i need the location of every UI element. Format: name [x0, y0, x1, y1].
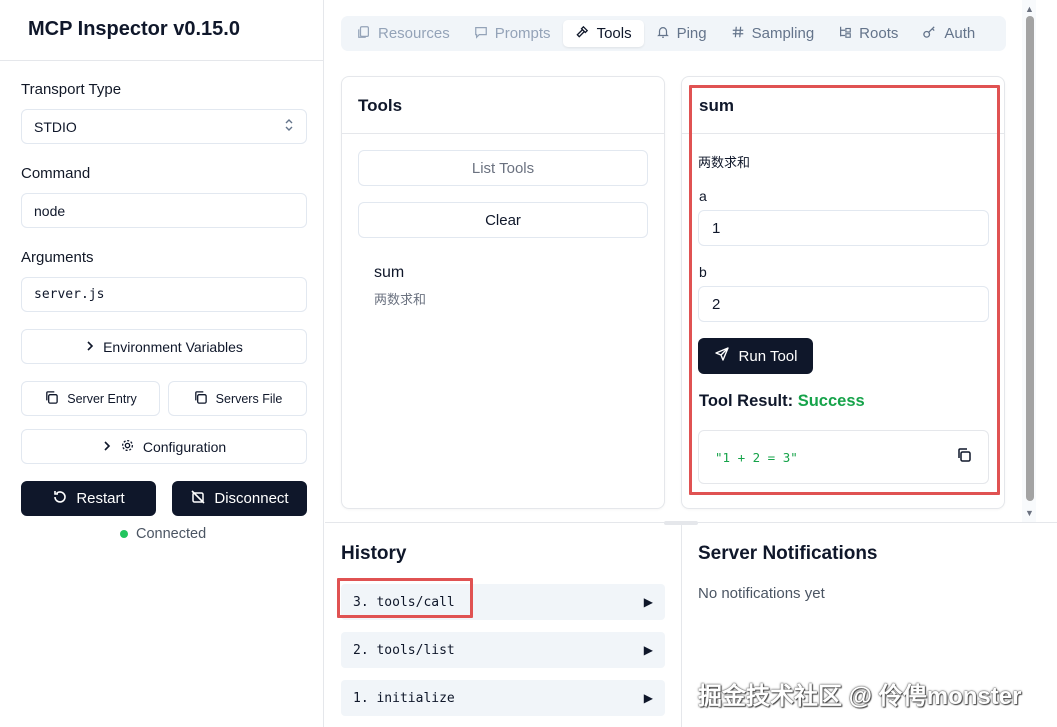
transport-type-label: Transport Type [21, 81, 122, 98]
tab-ping[interactable]: Ping [644, 20, 719, 47]
servers-file-label: Servers File [215, 391, 283, 406]
annotation-highlight-box [689, 85, 1000, 495]
command-input[interactable]: node [21, 193, 307, 228]
key-icon [922, 24, 937, 43]
tab-resources[interactable]: Resources [345, 20, 462, 47]
scroll-down-icon[interactable]: ▼ [1025, 508, 1034, 518]
arguments-value: server.js [34, 287, 105, 302]
disconnect-label: Disconnect [214, 490, 289, 507]
servers-file-button[interactable]: Servers File [168, 381, 307, 416]
hash-icon [731, 25, 745, 43]
scrollbar-thumb[interactable] [1026, 16, 1034, 501]
server-entry-label: Server Entry [67, 391, 137, 406]
chevron-right-icon [102, 439, 112, 455]
tool-item-name[interactable]: sum [374, 264, 404, 282]
clear-button[interactable]: Clear [358, 202, 648, 238]
tab-roots[interactable]: Roots [826, 20, 910, 47]
server-entry-button[interactable]: Server Entry [21, 381, 160, 416]
gear-icon [120, 438, 135, 456]
command-label: Command [21, 165, 91, 182]
connection-status: Connected [120, 526, 206, 542]
environment-variables-label: Environment Variables [103, 338, 243, 355]
expand-icon: ▶ [643, 595, 653, 609]
unplug-icon [190, 489, 206, 509]
status-text: Connected [136, 526, 207, 542]
hammer-icon [575, 24, 590, 43]
tab-label: Roots [859, 25, 899, 42]
sidebar-divider [0, 60, 324, 61]
prompts-icon [474, 25, 488, 43]
restart-button[interactable]: Restart [21, 481, 156, 516]
tab-label: Tools [596, 25, 632, 42]
restart-icon [52, 489, 68, 509]
tab-label: Resources [378, 25, 450, 42]
copy-icon [44, 390, 59, 408]
command-value: node [34, 202, 66, 219]
list-tools-button[interactable]: List Tools [358, 150, 648, 186]
history-item-label: 1. initialize [353, 690, 455, 706]
expand-icon: ▶ [643, 691, 653, 705]
server-notifications-title: Server Notifications [698, 543, 878, 564]
tab-label: Sampling [751, 25, 815, 42]
roots-icon [838, 25, 852, 43]
watermark: 掘金技术社区 @ 伶俜monster [698, 683, 1022, 710]
tab-label: Ping [676, 25, 707, 42]
sidebar: MCP Inspector v0.15.0 Transport Type STD… [0, 0, 324, 727]
transport-type-value: STDIO [34, 118, 77, 135]
tab-auth[interactable]: Auth [910, 20, 987, 47]
status-dot [120, 530, 128, 538]
history-item-label: 2. tools/list [353, 642, 455, 658]
scroll-up-icon[interactable]: ▲ [1025, 4, 1034, 14]
app-title: MCP Inspector v0.15.0 [28, 18, 240, 40]
resources-icon [357, 25, 371, 43]
chevron-updown-icon [284, 118, 294, 135]
tool-item-description: 两数求和 [374, 292, 427, 307]
bottom-vertical-divider [681, 523, 682, 727]
tab-sampling[interactable]: Sampling [719, 20, 827, 47]
notifications-empty-text: No notifications yet [698, 585, 825, 602]
tools-panel-title: Tools [358, 96, 403, 115]
arguments-input[interactable]: server.js [21, 277, 307, 312]
configuration-button[interactable]: Configuration [21, 429, 307, 464]
copy-icon [193, 390, 208, 408]
tab-label: Prompts [494, 25, 551, 42]
transport-type-select[interactable]: STDIO [21, 109, 307, 144]
tab-bar: Resources Prompts Tools Ping Sampling Ro… [341, 16, 1006, 51]
history-item[interactable]: 1. initialize ▶ [341, 680, 665, 716]
expand-icon: ▶ [643, 643, 653, 657]
disconnect-button[interactable]: Disconnect [172, 481, 307, 516]
annotation-highlight-box [337, 578, 473, 618]
chevron-right-icon [85, 339, 95, 355]
tools-panel-divider [342, 133, 664, 134]
history-title: History [341, 543, 407, 564]
tab-prompts[interactable]: Prompts [462, 20, 563, 47]
restart-label: Restart [76, 490, 125, 507]
arguments-label: Arguments [21, 249, 94, 266]
tab-tools[interactable]: Tools [562, 20, 644, 47]
history-item[interactable]: 2. tools/list ▶ [341, 632, 665, 668]
configuration-label: Configuration [142, 438, 227, 455]
tab-label: Auth [944, 25, 976, 42]
environment-variables-button[interactable]: Environment Variables [21, 329, 307, 364]
bell-icon [656, 25, 670, 43]
